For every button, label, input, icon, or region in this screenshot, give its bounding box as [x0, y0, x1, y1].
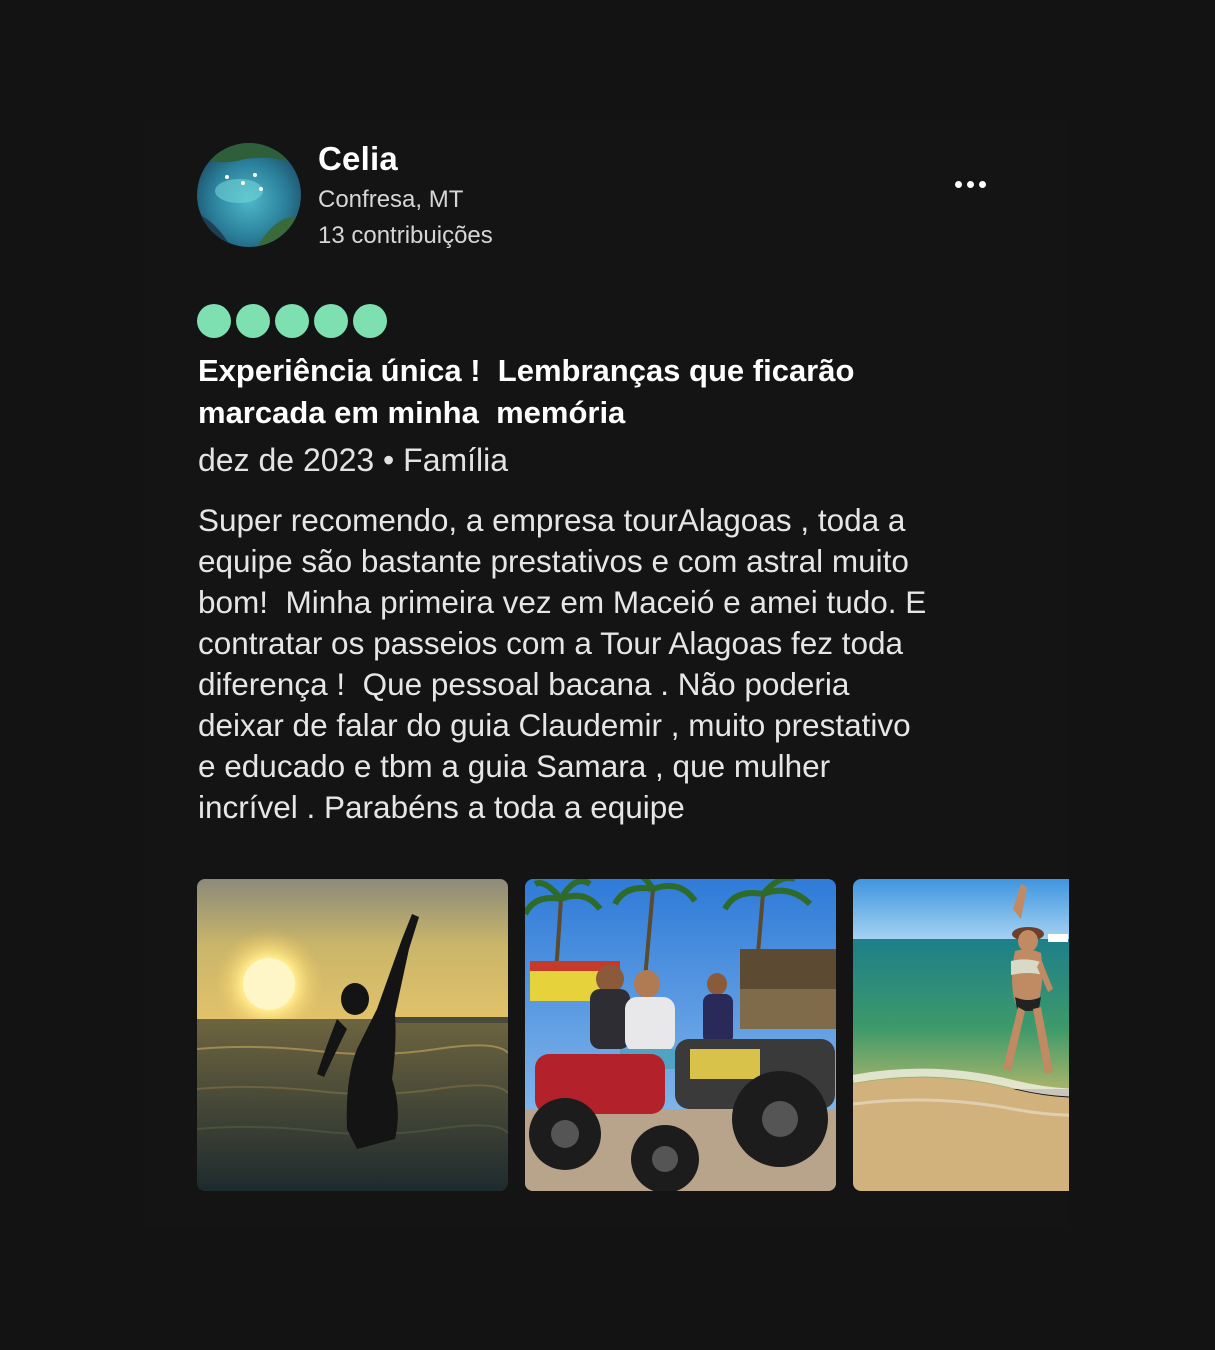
review-body: Super recomendo, a empresa tourAlagoas ,… — [198, 502, 927, 825]
rating-bubble-icon — [197, 304, 231, 338]
avatar-photo-icon — [197, 143, 301, 247]
more-options-button[interactable] — [944, 164, 996, 204]
rating-bubble-icon — [236, 304, 270, 338]
review-photo[interactable] — [197, 879, 508, 1191]
rating-bubble-icon — [275, 304, 309, 338]
rating-bubbles — [197, 304, 387, 338]
beach-shore-photo-icon — [853, 879, 1069, 1191]
rating-bubble-icon — [353, 304, 387, 338]
rating-bubble-icon — [314, 304, 348, 338]
atv-beach-photo-icon — [525, 879, 836, 1191]
more-options-icon — [954, 180, 962, 188]
reviewer-contributions: 13 contribuições — [318, 222, 493, 249]
reviewer-location: Confresa, MT — [318, 186, 464, 213]
sunset-sea-photo-icon — [197, 879, 508, 1191]
review-date-trip-type: dez de 2023 • Família — [198, 442, 509, 478]
review-title[interactable]: Experiência única ! Lembranças que ficar… — [198, 350, 958, 434]
reviewer-avatar[interactable] — [197, 143, 301, 247]
more-options-icon — [978, 180, 986, 188]
more-options-icon — [966, 180, 974, 188]
review-photo[interactable] — [525, 879, 836, 1191]
review-photo[interactable] — [853, 879, 1069, 1191]
review-photo-strip[interactable] — [197, 879, 1069, 1191]
reviewer-name[interactable]: Celia — [318, 140, 398, 178]
